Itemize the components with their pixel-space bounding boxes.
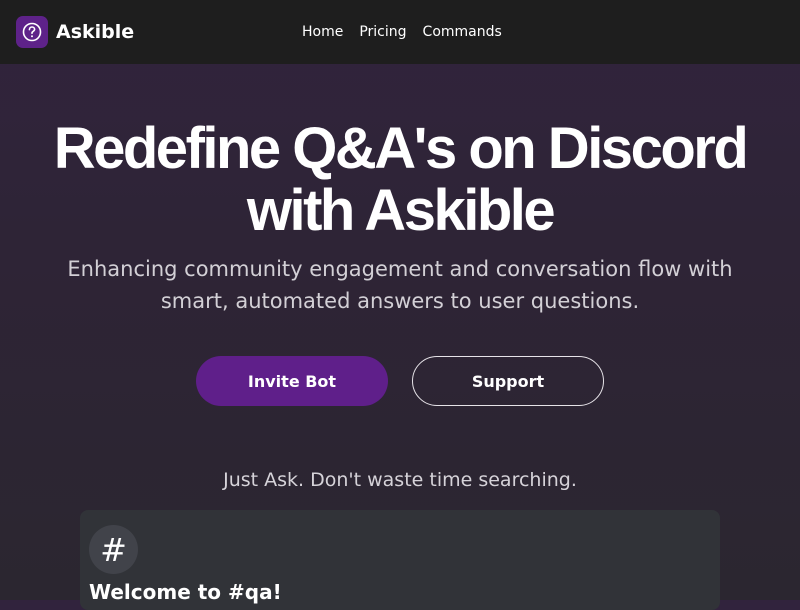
support-button[interactable]: Support — [412, 356, 604, 406]
hero-subtitle: Enhancing community engagement and conve… — [67, 257, 733, 313]
brand[interactable]: Askible — [16, 16, 134, 48]
brand-name: Askible — [56, 21, 135, 43]
tagline: Just Ask. Don't waste time searching. — [223, 469, 577, 491]
hero-title-line2: with Askible — [246, 178, 556, 243]
hero-title: Redefine Q&A's on Discord with Askible — [0, 118, 800, 242]
hero-title-line1: Redefine Q&A's on Discord — [53, 116, 749, 181]
question-circle-icon — [16, 16, 48, 48]
nav-link-commands[interactable]: Commands — [423, 22, 502, 42]
navbar: Askible Home Pricing Commands — [0, 0, 800, 64]
invite-bot-button[interactable]: Invite Bot — [196, 356, 388, 406]
nav-link-home[interactable]: Home — [302, 22, 343, 42]
channel-welcome-text: Welcome to #qa! — [89, 580, 282, 604]
nav-link-pricing[interactable]: Pricing — [359, 22, 406, 42]
hashtag-icon: # — [89, 525, 138, 574]
channel-preview-card: # Welcome to #qa! — [80, 510, 720, 610]
nav-links: Home Pricing Commands — [302, 22, 518, 42]
